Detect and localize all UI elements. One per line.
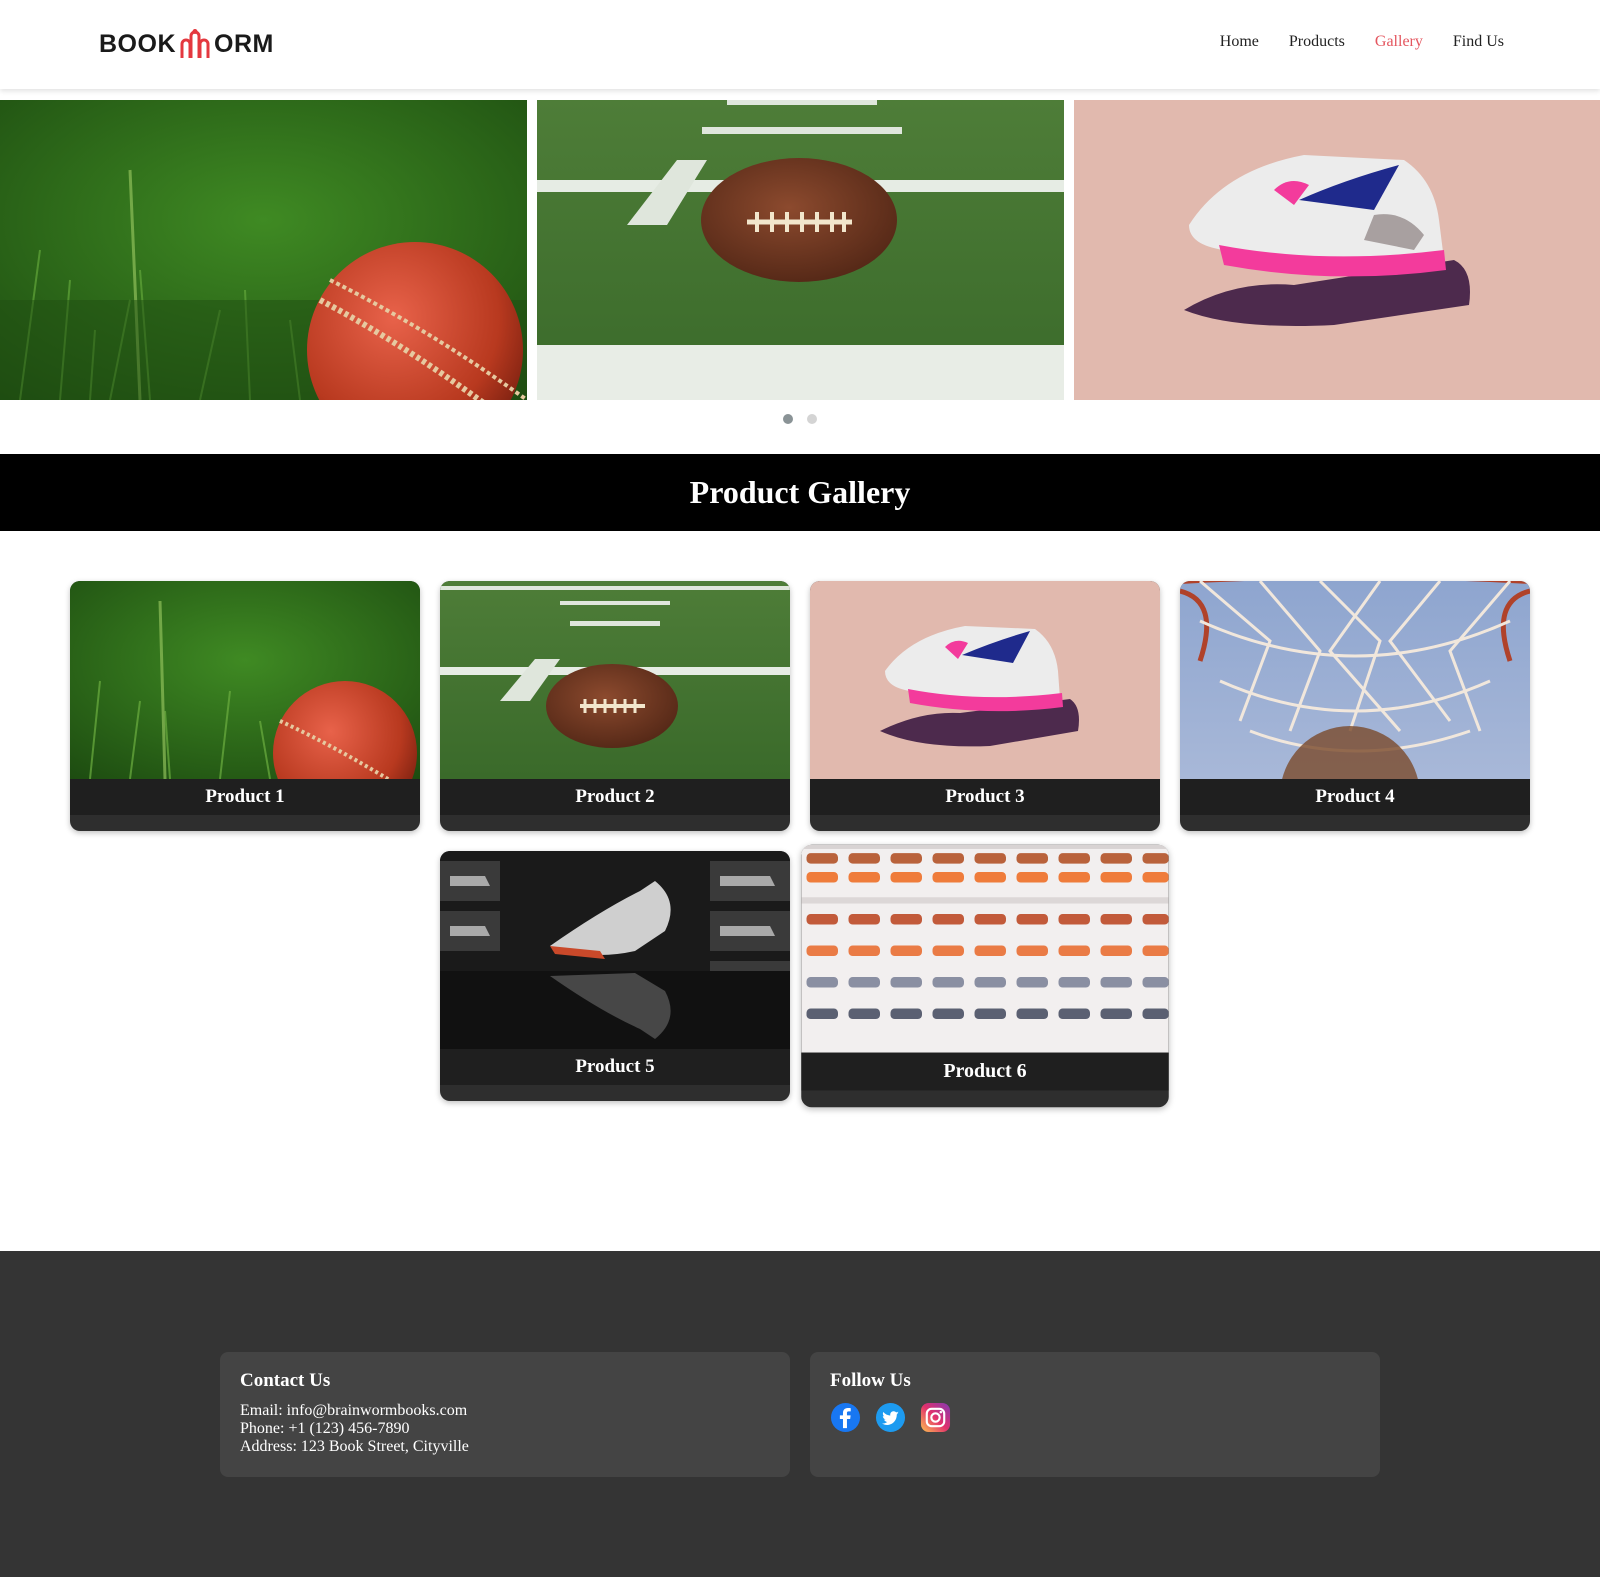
main-nav: Home Products Gallery Find Us [1220, 33, 1504, 51]
follow-box: Follow Us [810, 1352, 1380, 1477]
contact-address: Address: 123 Book Street, Cityville [240, 1438, 469, 1455]
carousel-dots [783, 414, 817, 424]
product-caption: Product 3 [810, 779, 1160, 815]
product-card-5[interactable]: Product 5 [440, 851, 790, 1101]
hero-carousel[interactable] [0, 100, 1600, 400]
twitter-icon[interactable] [875, 1402, 906, 1433]
product-caption: Product 5 [440, 1049, 790, 1085]
site-header: BOOK ORM Home Products Gallery Find Us [0, 0, 1600, 89]
contact-title: Contact Us [240, 1370, 331, 1391]
bookworm-logo[interactable]: BOOK ORM [99, 24, 274, 64]
nav-products[interactable]: Products [1289, 33, 1345, 51]
contact-email: Email: info@brainwormbooks.com [240, 1402, 468, 1419]
site-footer: Contact Us Email: info@brainwormbooks.co… [0, 1251, 1600, 1577]
carousel-dot-2[interactable] [807, 414, 817, 424]
product-card-2[interactable]: Product 2 [440, 581, 790, 831]
instagram-icon[interactable] [920, 1402, 951, 1433]
logo-text-right: ORM [214, 29, 274, 58]
carousel-slide-american-football[interactable] [537, 100, 1064, 400]
product-card-6[interactable]: Product 6 [801, 844, 1169, 1108]
product-card-3[interactable]: Product 3 [810, 581, 1160, 831]
contact-phone: Phone: +1 (123) 456-7890 [240, 1420, 410, 1437]
worm-logo-icon [178, 28, 212, 60]
nav-gallery[interactable]: Gallery [1375, 33, 1423, 51]
carousel-slide-sneaker[interactable] [1074, 100, 1600, 400]
nav-home[interactable]: Home [1220, 33, 1259, 51]
product-caption: Product 4 [1180, 779, 1530, 815]
product-card-4[interactable]: Product 4 [1180, 581, 1530, 831]
product-image-football-boot-display [440, 851, 790, 1049]
product-image-cricket-ball [70, 581, 420, 779]
contact-box: Contact Us Email: info@brainwormbooks.co… [220, 1352, 790, 1477]
social-links [830, 1402, 1360, 1433]
gallery-title: Product Gallery [689, 474, 911, 510]
logo-text-left: BOOK [99, 29, 176, 58]
product-image-sneaker-on-hand [810, 581, 1160, 779]
product-image-basketball-hoop [1180, 581, 1530, 779]
facebook-icon[interactable] [830, 1402, 861, 1433]
follow-title: Follow Us [830, 1370, 911, 1391]
gallery-title-band: Product Gallery [0, 454, 1600, 531]
carousel-slide-cricket-ball[interactable] [0, 100, 527, 400]
product-caption: Product 6 [801, 1052, 1169, 1091]
product-caption: Product 1 [70, 779, 420, 815]
product-image-shoe-wall [801, 844, 1169, 1053]
product-card-1[interactable]: Product 1 [70, 581, 420, 831]
carousel-dot-1[interactable] [783, 414, 793, 424]
product-caption: Product 2 [440, 779, 790, 815]
nav-find-us[interactable]: Find Us [1453, 33, 1504, 51]
product-image-american-football [440, 581, 790, 779]
